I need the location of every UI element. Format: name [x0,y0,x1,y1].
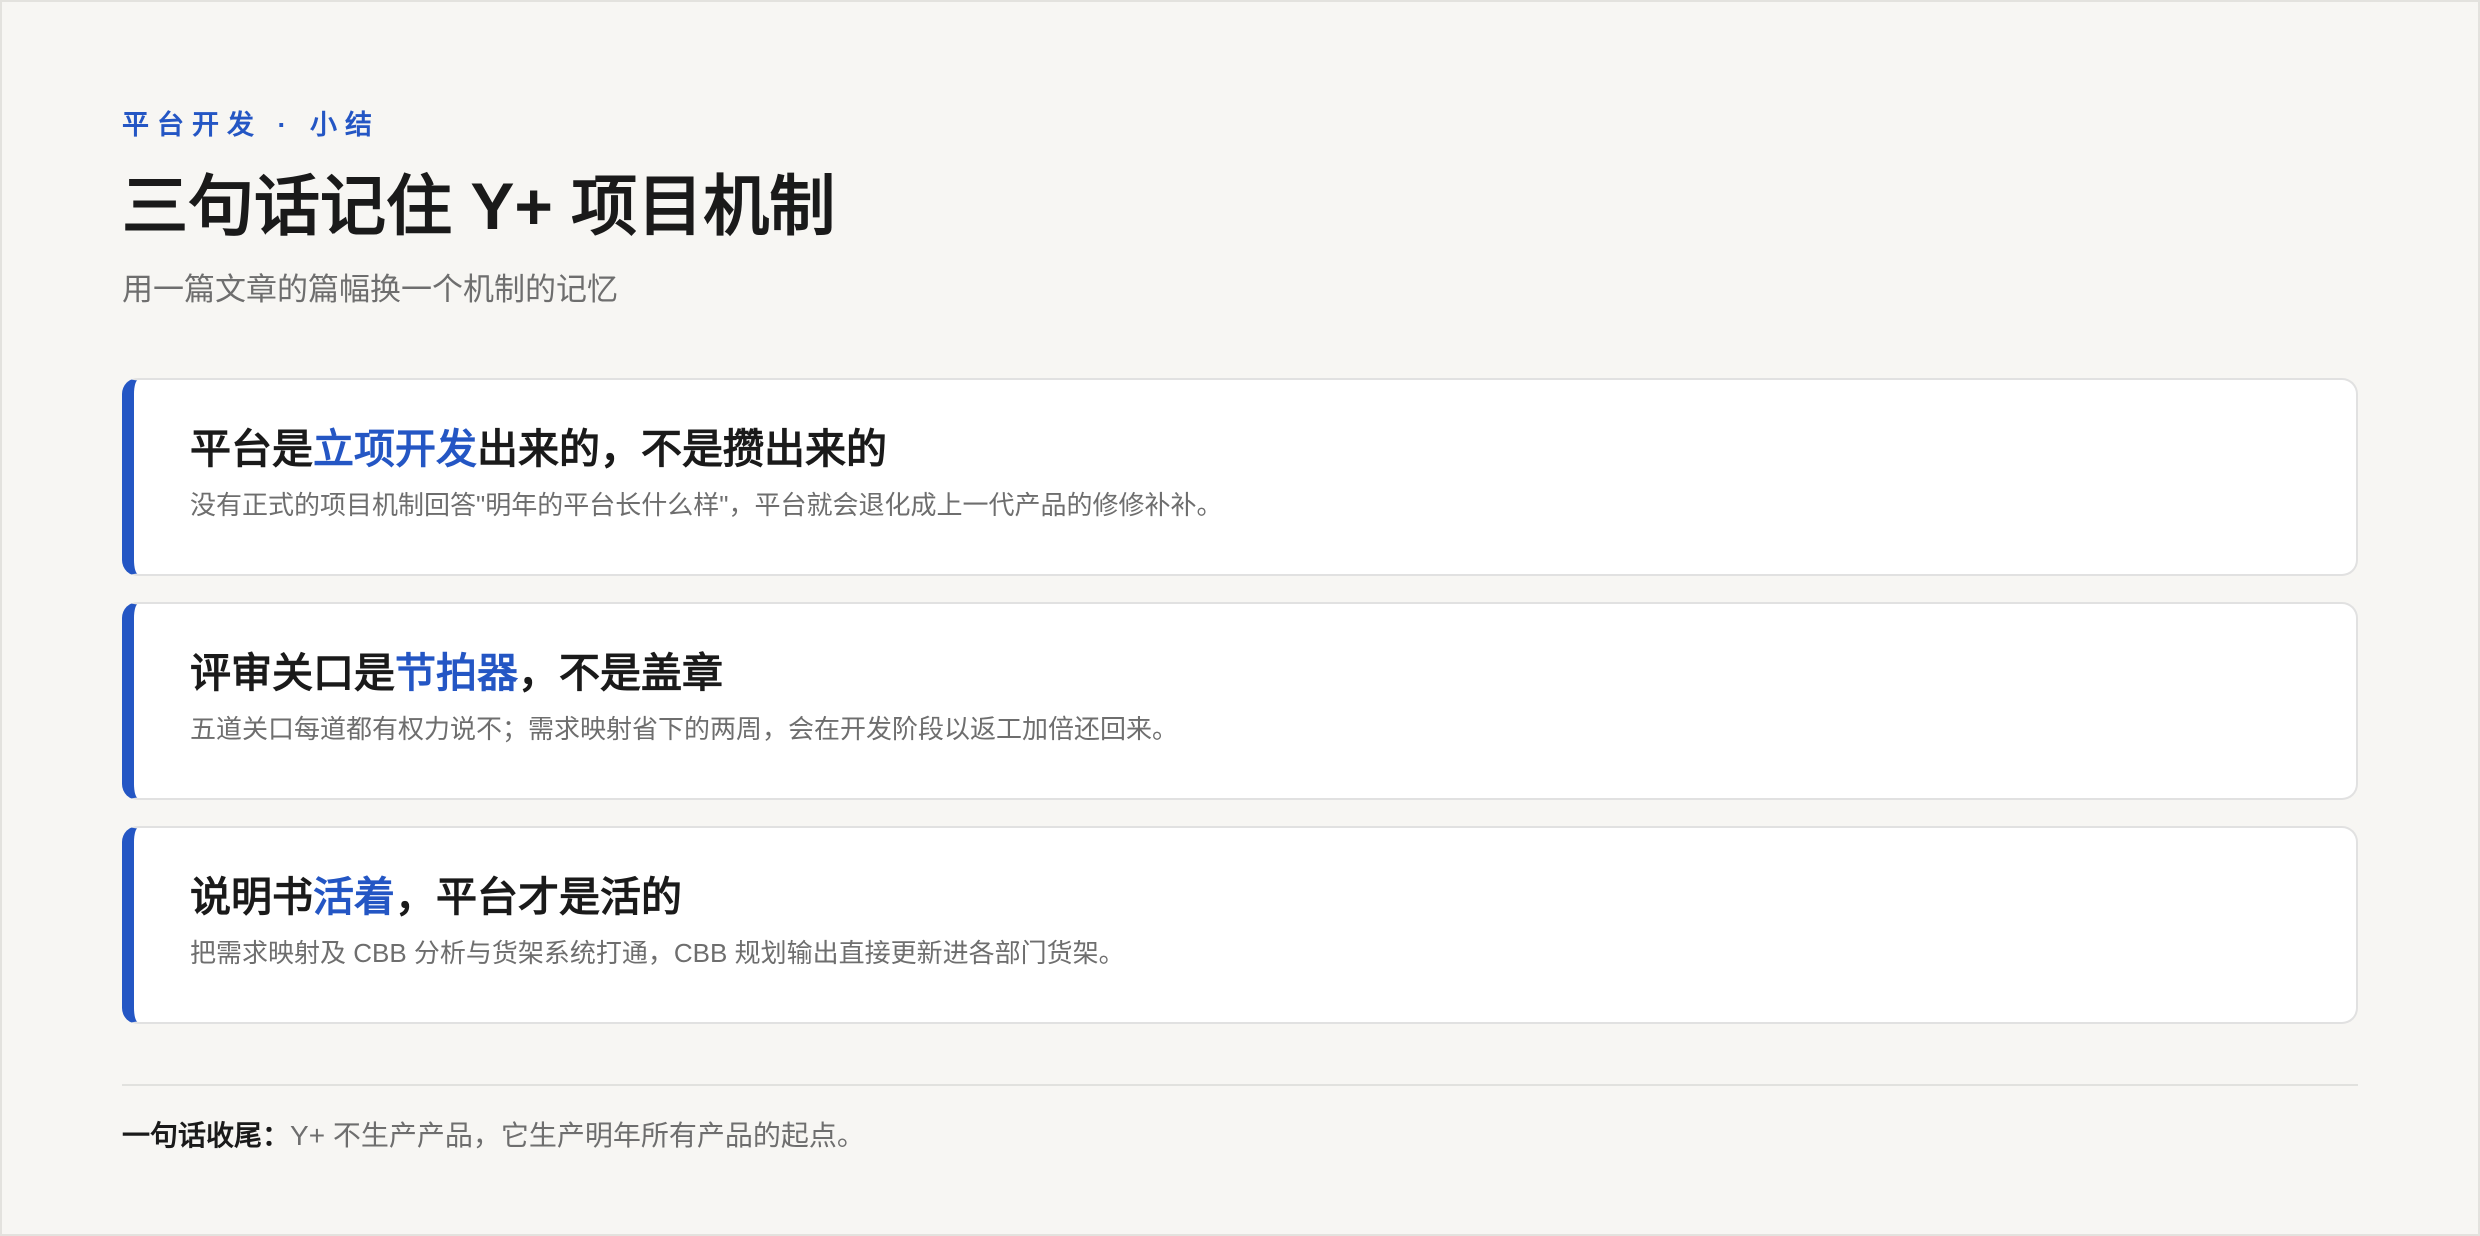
card-body: 五道关口每道都有权力说不；需求映射省下的两周，会在开发阶段以返工加倍还回来。 [190,714,1179,744]
card-heading-suffix: ，不是盖章 [518,650,723,696]
section-divider [122,1084,2358,1086]
card-heading-highlight: 活着 [313,874,395,920]
card-body: 没有正式的项目机制回答"明年的平台长什么样"，平台就会退化成上一代产品的修修补补… [190,490,1223,520]
page-subtitle: 用一篇文章的篇幅换一个机制的记忆 [122,272,618,307]
card-heading: 平台是立项开发出来的，不是攒出来的 [190,422,2300,476]
card-heading: 评审关口是节拍器，不是盖章 [190,646,2300,700]
card-heading-prefix: 平台是 [190,426,313,472]
card-body: 把需求映射及 CBB 分析与货架系统打通，CBB 规划输出直接更新进各部门货架。 [190,938,1125,968]
card-heading-prefix: 说明书 [190,874,313,920]
card-heading-prefix: 评审关口是 [190,650,395,696]
takeaway-card-3: 说明书活着，平台才是活的 把需求映射及 CBB 分析与货架系统打通，CBB 规划… [122,826,2358,1024]
takeaway-card-1: 平台是立项开发出来的，不是攒出来的 没有正式的项目机制回答"明年的平台长什么样"… [122,378,2358,576]
closing-lead: 一句话收尾： [122,1120,291,1151]
section-eyebrow: 平台开发 · 小结 [122,110,380,140]
closing-text: Y+ 不生产产品，它生产明年所有产品的起点。 [290,1120,865,1151]
takeaway-card-2: 评审关口是节拍器，不是盖章 五道关口每道都有权力说不；需求映射省下的两周，会在开… [122,602,2358,800]
card-heading-highlight: 节拍器 [395,650,518,696]
card-heading-highlight: 立项开发 [313,426,477,472]
card-heading-suffix: ，平台才是活的 [395,874,682,920]
card-heading: 说明书活着，平台才是活的 [190,870,2300,924]
summary-page: 平台开发 · 小结 三句话记住 Y+ 项目机制 用一篇文章的篇幅换一个机制的记忆… [0,0,2480,1236]
takeaway-card-list: 平台是立项开发出来的，不是攒出来的 没有正式的项目机制回答"明年的平台长什么样"… [122,378,2358,1024]
card-heading-suffix: 出来的，不是攒出来的 [477,426,887,472]
closing-line: 一句话收尾：Y+ 不生产产品，它生产明年所有产品的起点。 [122,1116,2358,1156]
page-title: 三句话记住 Y+ 项目机制 [122,169,836,243]
